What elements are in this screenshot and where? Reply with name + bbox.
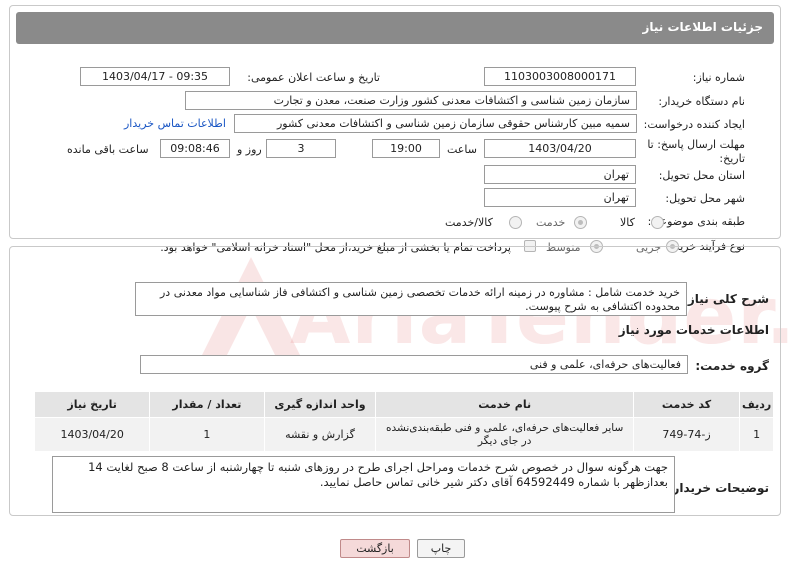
- col-need-date: تاریخ نیاز: [33, 391, 151, 418]
- need-number-field: 1103003008000171: [484, 67, 636, 86]
- category-option-service: خدمت: [536, 216, 566, 229]
- page-title: جزئیات اطلاعات نیاز: [642, 20, 763, 34]
- category-radio-goods[interactable]: [651, 216, 664, 229]
- buyer-contact-link[interactable]: اطلاعات تماس خریدار: [124, 117, 226, 130]
- cell-quantity: 1: [149, 417, 265, 452]
- service-group-label: گروه خدمت:: [695, 359, 769, 373]
- city-field: تهران: [484, 188, 636, 207]
- services-table: ردیف کد خدمت نام خدمت واحد اندازه گیری ت…: [33, 391, 774, 452]
- cell-row: 1: [739, 417, 774, 452]
- col-service-name: نام خدمت: [375, 391, 634, 418]
- description-textarea[interactable]: خرید خدمت شامل : مشاوره در زمینه ارائه خ…: [135, 282, 687, 316]
- time-label: ساعت: [447, 143, 477, 156]
- province-label: استان محل تحویل:: [658, 169, 745, 182]
- days-field: 3: [266, 139, 336, 158]
- back-button[interactable]: بازگشت: [340, 539, 410, 558]
- print-button[interactable]: چاپ: [417, 539, 465, 558]
- deadline-time-field: 19:00: [372, 139, 440, 158]
- services-heading: اطلاعات خدمات مورد نیاز: [618, 323, 769, 337]
- announce-datetime-label: تاریخ و ساعت اعلان عمومی:: [247, 71, 380, 84]
- days-label: روز و: [237, 143, 262, 156]
- city-label: شهر محل تحویل:: [665, 192, 745, 205]
- announce-datetime-field: 1403/04/17 - 09:35: [80, 67, 230, 86]
- category-radio-service[interactable]: [574, 216, 587, 229]
- requester-label: ایجاد کننده درخواست:: [643, 118, 745, 131]
- province-field: تهران: [484, 165, 636, 184]
- buyer-org-field: سازمان زمین شناسی و اکتشافات معدنی کشور …: [185, 91, 637, 110]
- table-row: 1 ز-74-749 سایر فعالیت‌های حرفه‌ای، علمی…: [33, 417, 774, 452]
- category-option-goods-service: کالا/خدمت: [445, 216, 493, 229]
- cell-unit: گزارش و نقشه: [263, 417, 377, 452]
- col-row: ردیف: [739, 391, 774, 418]
- col-unit: واحد اندازه گیری: [263, 391, 377, 418]
- description-label: شرح کلی نیاز:: [683, 292, 769, 306]
- deadline-label: مهلت ارسال پاسخ: تا تاریخ:: [647, 138, 745, 165]
- buyer-org-label: نام دستگاه خریدار:: [658, 95, 745, 108]
- cell-service-name: سایر فعالیت‌های حرفه‌ای، علمی و فنی طبقه…: [375, 417, 634, 452]
- category-option-goods: کالا: [620, 216, 635, 229]
- buyer-notes-textarea[interactable]: جهت هرگونه سوال در خصوص شرح خدمات ومراحل…: [52, 456, 675, 513]
- cell-need-date: 1403/04/20: [33, 417, 151, 452]
- category-radio-goods-service[interactable]: [509, 216, 522, 229]
- col-code: کد خدمت: [632, 391, 741, 418]
- buyer-notes-label: توضیحات خریدار:: [667, 481, 769, 495]
- col-quantity: تعداد / مقدار: [149, 391, 265, 418]
- table-header-row: ردیف کد خدمت نام خدمت واحد اندازه گیری ت…: [33, 391, 774, 418]
- need-number-label: شماره نیاز:: [692, 71, 745, 84]
- cell-code: ز-74-749: [632, 417, 741, 452]
- remaining-label: ساعت باقی مانده: [67, 143, 149, 156]
- service-group-field: فعالیت‌های حرفه‌ای، علمی و فنی: [140, 355, 688, 374]
- remaining-time-field: 09:08:46: [160, 139, 230, 158]
- requester-field: سمیه مبین کارشناس حقوقی سازمان زمین شناس…: [234, 114, 637, 133]
- deadline-date-field: 1403/04/20: [484, 139, 636, 158]
